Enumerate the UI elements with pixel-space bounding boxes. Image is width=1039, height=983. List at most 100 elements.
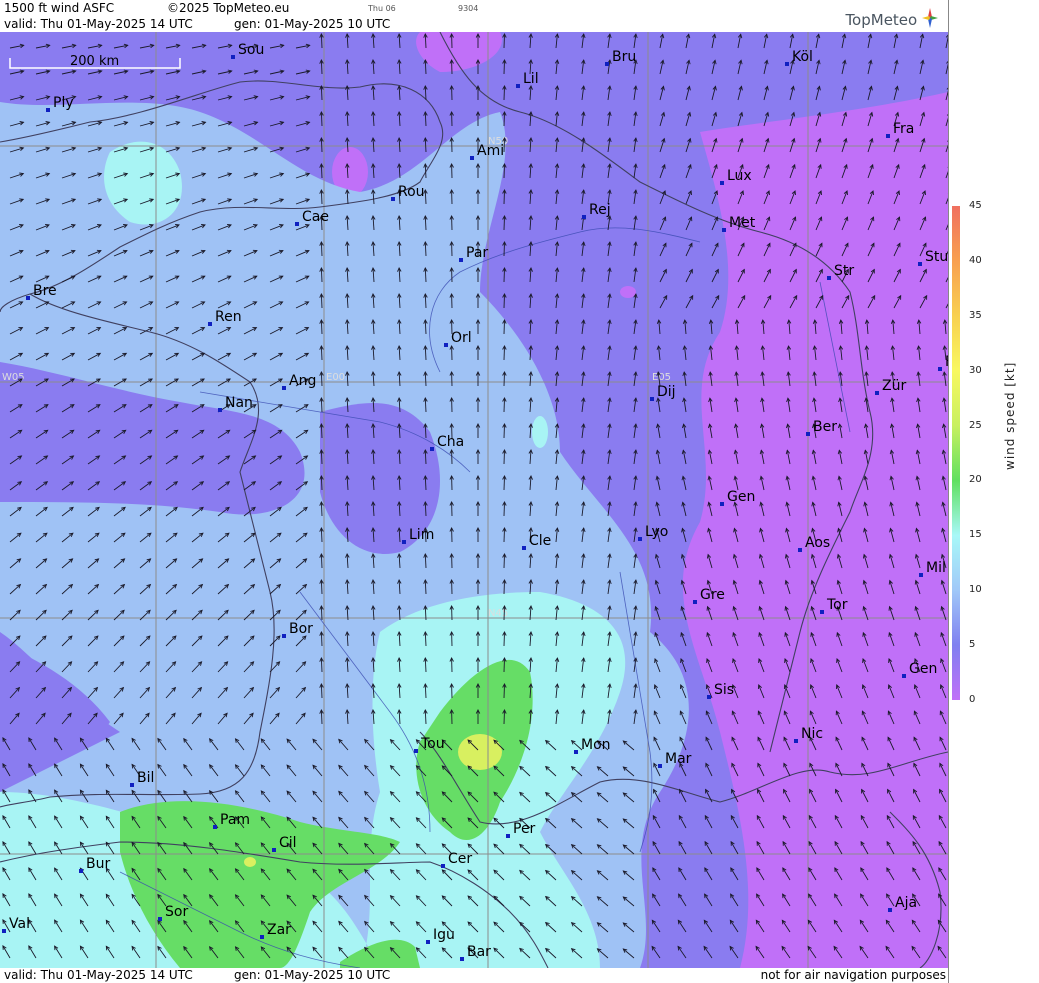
city-label: Mon xyxy=(581,737,611,753)
city-marker-icon xyxy=(798,548,802,552)
city-marker-icon xyxy=(460,957,464,961)
city-marker-icon xyxy=(282,634,286,638)
city-label: Bre xyxy=(33,283,57,299)
city-marker-icon xyxy=(414,749,418,753)
generated-time: gen: 01-May-2025 10 UTC xyxy=(234,17,391,31)
city-label: Bru xyxy=(612,49,636,65)
city-label: Bil xyxy=(137,770,154,786)
city-marker-icon xyxy=(827,276,831,280)
city-label: Lux xyxy=(727,168,752,184)
city-marker-icon xyxy=(426,940,430,944)
compass-icon xyxy=(922,8,938,28)
wind-map-canvas: N50W05 E00 E05N45 200 km Sou Bru KölLilP… xyxy=(0,32,948,968)
city-marker-icon xyxy=(516,84,520,88)
city-label: Sor xyxy=(165,904,188,920)
topmeteo-logo: TopMeteo xyxy=(845,8,938,29)
city-marker-icon xyxy=(605,62,609,66)
city-marker-icon xyxy=(441,864,445,868)
grid-label: N45 xyxy=(488,608,508,619)
city-label: Ber xyxy=(813,419,837,435)
city-marker-icon xyxy=(707,695,711,699)
city-label: Aos xyxy=(805,535,830,551)
wind-map[interactable]: N50 W05 E00 E05 N45 200 km Sou Bru Köl L… xyxy=(0,32,948,968)
city-marker-icon xyxy=(720,502,724,506)
city-label: Bar xyxy=(467,944,491,960)
city-marker-icon xyxy=(522,546,526,550)
city-marker-icon xyxy=(722,228,726,232)
city-label: Bor xyxy=(289,621,313,637)
city-marker-icon xyxy=(459,258,463,262)
city-label: Sou xyxy=(238,42,264,58)
city-marker-icon xyxy=(506,834,510,838)
city-label: Stu xyxy=(925,249,948,265)
city-label: Zür xyxy=(882,378,906,394)
city-label: Cle xyxy=(529,533,551,549)
city-label: Gen xyxy=(727,489,755,505)
city-marker-icon xyxy=(919,573,923,577)
legend-unit: wind speed [kt] xyxy=(1003,361,1017,470)
disclaimer: not for air navigation purposes xyxy=(760,968,946,982)
logo-text: TopMeteo xyxy=(845,11,918,29)
wind-speed-legend: 45 40 35 30 25 20 15 10 5 0 wind speed [kt] xyxy=(948,0,1039,983)
city-label: Bur xyxy=(86,856,110,872)
city-label: Per xyxy=(513,821,536,837)
city-label: Nan xyxy=(225,395,253,411)
legend-tick: 45 xyxy=(969,200,982,211)
city-marker-icon xyxy=(650,397,654,401)
city-label: Mil xyxy=(926,560,946,576)
city-label: Pam xyxy=(220,812,250,828)
city-marker-icon xyxy=(785,62,789,66)
city-marker-icon xyxy=(430,447,434,451)
city-label: Lil xyxy=(523,71,539,87)
run-day: Thu 06 xyxy=(368,4,396,13)
map-header: 1500 ft wind ASFC ©2025 TopMeteo.eu Thu … xyxy=(0,0,948,32)
legend-tick: 20 xyxy=(969,474,982,486)
valid-time: valid: Thu 01-May-2025 14 UTC xyxy=(4,17,193,31)
city-label: Orl xyxy=(451,330,472,346)
city-marker-icon xyxy=(574,750,578,754)
city-label: Mar xyxy=(665,751,692,767)
city-label: Fra xyxy=(893,121,914,137)
city-marker-icon xyxy=(638,537,642,541)
scale-bar-label: 200 km xyxy=(70,54,119,69)
city-marker-icon xyxy=(272,848,276,852)
city-label: Ami xyxy=(477,143,504,159)
city-label: Igu xyxy=(433,927,455,943)
footer-valid-time: valid: Thu 01-May-2025 14 UTC xyxy=(4,968,193,982)
city-label: Cer xyxy=(448,851,472,867)
legend-tick: 40 xyxy=(969,254,982,266)
city-label: Val xyxy=(9,916,30,932)
city-label: Gen xyxy=(909,661,937,677)
city-label: Ang xyxy=(289,373,316,389)
legend-tick: 5 xyxy=(969,639,976,651)
city-label: Rej xyxy=(589,202,611,218)
city-label: Met xyxy=(729,215,756,231)
city-label: Ren xyxy=(215,309,242,325)
city-marker-icon xyxy=(820,610,824,614)
city-marker-icon xyxy=(260,935,264,939)
city-marker-icon xyxy=(582,215,586,219)
city-label: Lim xyxy=(409,527,434,543)
city-marker-icon xyxy=(2,929,6,933)
city-marker-icon xyxy=(444,343,448,347)
city-label: Rou xyxy=(398,184,425,200)
city-marker-icon xyxy=(806,432,810,436)
city-marker-icon xyxy=(402,540,406,544)
legend-color-bar xyxy=(952,206,960,700)
city-marker-icon xyxy=(470,156,474,160)
city-marker-icon xyxy=(213,825,217,829)
city-label: Lyo xyxy=(645,524,668,540)
city-marker-icon xyxy=(888,908,892,912)
grid-label: E00 xyxy=(326,372,345,383)
city-label: Sis xyxy=(714,682,734,698)
city-label: Aja xyxy=(895,895,917,911)
city-label: Zar xyxy=(267,922,291,938)
city-marker-icon xyxy=(938,367,942,371)
city-marker-icon xyxy=(391,197,395,201)
city-label: Cha xyxy=(437,434,464,450)
map-footer: valid: Thu 01-May-2025 14 UTC gen: 01-Ma… xyxy=(0,968,948,983)
city-label: Cil xyxy=(279,835,297,851)
grid-label: W05 xyxy=(2,372,25,383)
legend-tick: 25 xyxy=(969,419,982,431)
city-marker-icon xyxy=(208,322,212,326)
